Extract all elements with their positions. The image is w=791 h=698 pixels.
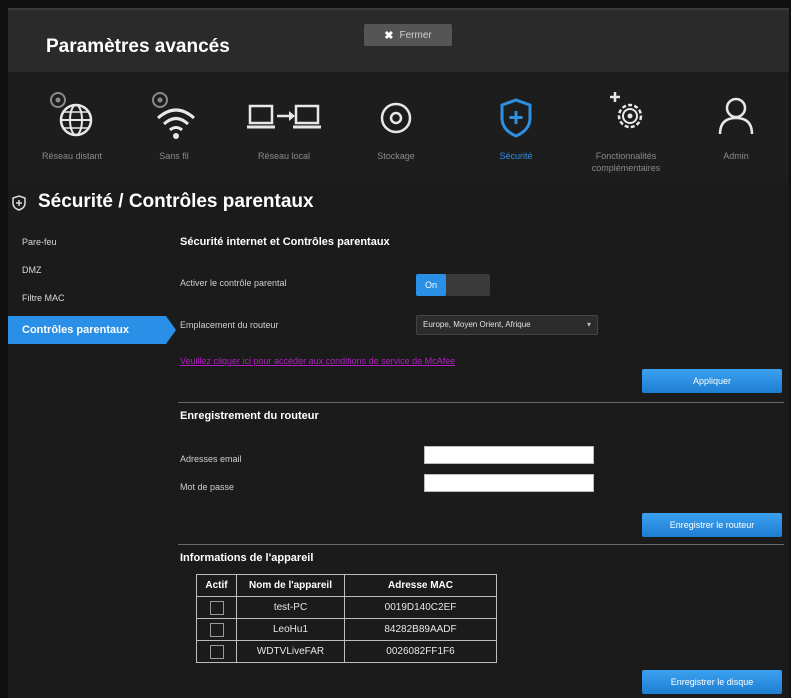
- shield-icon: [12, 195, 26, 211]
- nav-item-admin[interactable]: Admin: [684, 82, 788, 178]
- device-info-section-title: Informations de l'appareil: [180, 552, 314, 564]
- apply-button[interactable]: Appliquer: [642, 369, 782, 393]
- register-router-button[interactable]: Enregistrer le routeur: [642, 513, 782, 537]
- table-row: test-PC 0019D140C2EF: [196, 596, 497, 619]
- mac-address-cell: 0026082FF1F6: [344, 640, 497, 663]
- sidebar-item-mac-filter[interactable]: Filtre MAC: [8, 284, 166, 312]
- password-field[interactable]: [424, 474, 594, 492]
- active-cell: [196, 618, 237, 641]
- lan-computers-icon: [247, 104, 321, 129]
- sidebar-item-firewall[interactable]: Pare-feu: [8, 228, 166, 256]
- nav-label: Réseau local: [257, 151, 311, 161]
- nav-label: Réseau distant: [41, 151, 103, 161]
- parental-control-toggle[interactable]: On: [416, 274, 490, 296]
- section-divider: [178, 402, 784, 403]
- column-header-active: Actif: [196, 574, 237, 597]
- password-label: Mot de passe: [180, 482, 235, 492]
- nav-item-security[interactable]: Sécurité: [464, 82, 568, 178]
- storage-disk-icon: [380, 102, 412, 134]
- column-header-device-name: Nom de l'appareil: [236, 574, 345, 597]
- active-checkbox[interactable]: [209, 622, 224, 637]
- nav-item-local-network[interactable]: Réseau local: [232, 82, 336, 178]
- enable-parental-label: Activer le contrôle parental: [180, 278, 287, 288]
- parental-section-title: Sécurité internet et Contrôles parentaux: [180, 236, 390, 248]
- router-location-value: Europe, Moyen Orient, Afrique: [423, 320, 531, 329]
- nav-item-wireless[interactable]: Sans fil: [122, 82, 226, 178]
- active-checkbox[interactable]: [209, 600, 224, 615]
- nav-label: Fonctionnalités complémentaires: [591, 151, 661, 173]
- nav-label: Sécurité: [499, 151, 533, 161]
- close-icon: ✖: [384, 29, 394, 42]
- nav-item-remote-network[interactable]: Réseau distant: [20, 82, 124, 178]
- chevron-down-icon: ▾: [586, 320, 591, 329]
- close-button[interactable]: ✖ Fermer: [364, 24, 452, 46]
- device-name-cell: WDTVLiveFAR: [236, 640, 345, 663]
- page-header: Sécurité / Contrôles parentaux: [8, 186, 789, 224]
- nav-label: Stockage: [377, 151, 415, 161]
- nav-label: Admin: [723, 151, 749, 161]
- table-header-row: Actif Nom de l'appareil Adresse MAC: [196, 574, 497, 597]
- active-cell: [196, 596, 237, 619]
- table-row: LeoHu1 84282B89AADF: [196, 618, 497, 641]
- close-label: Fermer: [399, 29, 432, 41]
- gear-plus-icon: [610, 92, 643, 129]
- device-table: Actif Nom de l'appareil Adresse MAC test…: [196, 574, 497, 663]
- active-cell: [196, 640, 237, 663]
- mcafee-terms-link[interactable]: Veuillez cliquer ici pour accéder aux co…: [180, 356, 455, 366]
- nav-item-storage[interactable]: Stockage: [344, 82, 448, 178]
- column-header-mac-address: Adresse MAC: [344, 574, 497, 597]
- globe-gear-icon: [50, 92, 93, 137]
- email-field[interactable]: [424, 446, 594, 464]
- shield-plus-icon: [500, 98, 532, 138]
- save-disk-button[interactable]: Enregistrer le disque: [642, 670, 782, 694]
- title-bar: Paramètres avancés ✖ Fermer: [8, 10, 789, 72]
- nav-label: Sans fil: [159, 151, 189, 161]
- device-name-cell: LeoHu1: [236, 618, 345, 641]
- email-label: Adresses email: [180, 454, 242, 464]
- page-title: Sécurité / Contrôles parentaux: [38, 191, 314, 212]
- mac-address-cell: 0019D140C2EF: [344, 596, 497, 619]
- main-nav: Réseau distant Sans fil Réseau local Sto…: [8, 74, 789, 182]
- active-checkbox[interactable]: [209, 644, 224, 659]
- registration-section-title: Enregistrement du routeur: [180, 410, 319, 422]
- app-title: Paramètres avancés: [46, 36, 230, 57]
- device-name-cell: test-PC: [236, 596, 345, 619]
- table-row: WDTVLiveFAR 0026082FF1F6: [196, 640, 497, 663]
- sidebar: Pare-feu DMZ Filtre MAC Contrôles parent…: [8, 228, 176, 344]
- router-location-label: Emplacement du routeur: [180, 320, 279, 330]
- settings-window: Paramètres avancés ✖ Fermer Réseau dista…: [8, 8, 789, 698]
- router-location-select[interactable]: Europe, Moyen Orient, Afrique ▾: [416, 315, 598, 335]
- user-icon: [718, 97, 754, 135]
- sidebar-item-dmz[interactable]: DMZ: [8, 256, 166, 284]
- section-divider: [178, 544, 784, 545]
- sidebar-item-parental-controls[interactable]: Contrôles parentaux: [8, 316, 176, 344]
- mac-address-cell: 84282B89AADF: [344, 618, 497, 641]
- nav-item-extra-features[interactable]: Fonctionnalités complémentaires: [574, 82, 678, 178]
- main-content: Sécurité internet et Contrôles parentaux…: [178, 224, 784, 698]
- toggle-on-state: On: [416, 274, 446, 296]
- wifi-gear-icon: [152, 92, 195, 139]
